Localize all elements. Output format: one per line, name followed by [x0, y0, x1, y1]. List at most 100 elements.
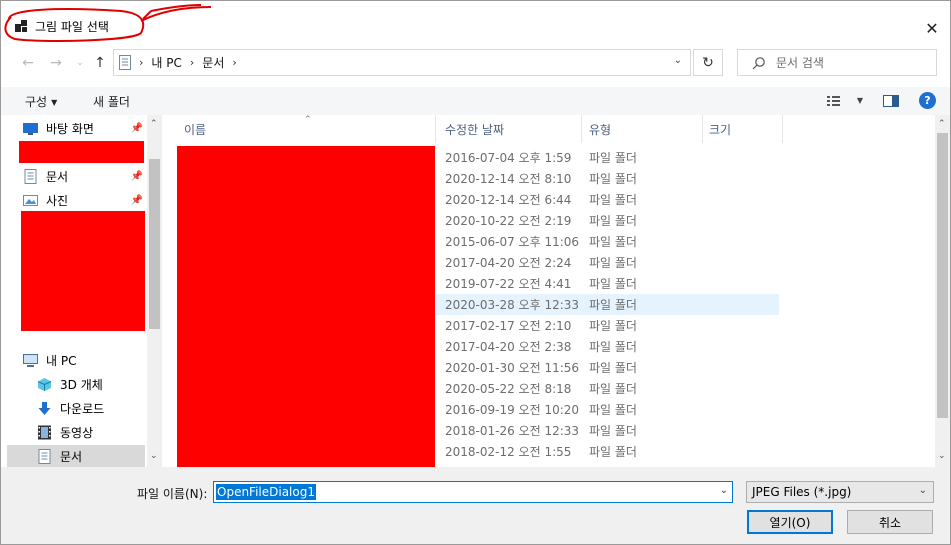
- nav-item-documents-selected[interactable]: 문서: [7, 445, 145, 467]
- cell-type: 파일 폴더: [589, 214, 637, 228]
- table-row[interactable]: 2017-02-17 오전 2:10 파일 폴더: [436, 315, 779, 336]
- nav-item-label: 내 PC: [46, 353, 77, 368]
- dialog-footer: 파일 이름(N): OpenFileDialog1 ⌄ JPEG Files (…: [1, 467, 950, 544]
- close-icon: ✕: [925, 18, 939, 38]
- list-scrollbar-thumb[interactable]: [937, 133, 948, 418]
- filename-input[interactable]: OpenFileDialog1 ⌄: [213, 481, 733, 503]
- column-header-label: 수정한 날짜: [445, 122, 505, 137]
- video-icon: [38, 425, 51, 439]
- nav-scrollbar-thumb[interactable]: [149, 159, 160, 329]
- nav-item-label: 문서: [60, 449, 83, 464]
- cell-type: 파일 폴더: [589, 256, 637, 270]
- nav-scrollbar[interactable]: ⌃ ⌄: [147, 115, 162, 467]
- breadcrumb-separator: ›: [189, 56, 195, 69]
- table-row[interactable]: 2020-03-28 오후 12:33 파일 폴더: [436, 294, 779, 315]
- list-scrollbar[interactable]: ⌃ ⌄: [935, 115, 950, 467]
- breadcrumb-pc[interactable]: 내 PC: [151, 54, 181, 71]
- cell-modified-date: 2016-07-04 오후 1:59: [445, 151, 572, 165]
- details-view-icon: [827, 95, 840, 106]
- pin-icon: 📌: [130, 170, 143, 182]
- nav-item-label: 다운로드: [60, 401, 105, 416]
- table-row[interactable]: 2015-06-07 오후 11:06 파일 폴더: [436, 231, 779, 252]
- nav-item-videos[interactable]: 동영상: [37, 421, 159, 443]
- cell-type: 파일 폴더: [589, 277, 637, 291]
- cell-type: 파일 폴더: [589, 193, 637, 207]
- app-icon: [15, 20, 27, 32]
- cube-icon: [37, 377, 52, 391]
- open-button[interactable]: 열기(O): [747, 510, 833, 534]
- table-row[interactable]: 2018-01-26 오전 12:33 파일 폴더: [436, 420, 779, 441]
- cell-modified-date: 2015-06-07 오후 11:06: [445, 235, 580, 249]
- preview-pane-icon[interactable]: [883, 95, 899, 107]
- pin-icon: 📌: [130, 194, 143, 206]
- window-title: 그림 파일 선택: [35, 20, 109, 34]
- column-header-name[interactable]: 이름 ⌃: [164, 115, 436, 143]
- forward-button[interactable]: →: [47, 53, 65, 73]
- cell-modified-date: 2020-12-14 오전 8:10: [445, 172, 572, 186]
- close-button[interactable]: ✕: [921, 17, 943, 39]
- search-icon: [752, 56, 765, 69]
- table-row[interactable]: 2017-04-20 오전 2:24 파일 폴더: [436, 252, 779, 273]
- cell-modified-date: 2017-02-17 오전 2:10: [445, 319, 572, 333]
- column-header-type[interactable]: 유형: [582, 115, 703, 143]
- cancel-button[interactable]: 취소: [847, 510, 933, 534]
- cell-modified-date: 2017-04-20 오전 2:24: [445, 256, 572, 270]
- back-button[interactable]: ←: [19, 53, 37, 73]
- breadcrumb-documents[interactable]: 문서: [202, 54, 224, 71]
- cell-type: 파일 폴더: [589, 424, 637, 438]
- refresh-button[interactable]: ↻: [693, 49, 723, 76]
- nav-item-this-pc[interactable]: 내 PC: [23, 349, 145, 371]
- table-row[interactable]: 2020-12-14 오전 6:44 파일 폴더: [436, 189, 779, 210]
- table-row[interactable]: 2017-04-20 오전 2:38 파일 폴더: [436, 336, 779, 357]
- picture-icon: [23, 194, 38, 206]
- title-bar: 그림 파일 선택 ✕: [1, 1, 950, 38]
- table-row[interactable]: 2020-12-14 오전 8:10 파일 폴더: [436, 168, 779, 189]
- cell-type: 파일 폴더: [589, 172, 637, 186]
- table-row[interactable]: 2020-05-22 오전 8:18 파일 폴더: [436, 378, 779, 399]
- file-type-value: JPEG Files (*.jpg): [752, 485, 852, 499]
- cell-modified-date: 2020-10-22 오전 2:19: [445, 214, 572, 228]
- address-bar[interactable]: › 내 PC › 문서 › ⌄: [113, 49, 691, 76]
- table-row[interactable]: 2020-10-22 오전 2:19 파일 폴더: [436, 210, 779, 231]
- open-button-label: 열기(O): [769, 515, 811, 530]
- table-row[interactable]: 2020-01-30 오전 11:56 파일 폴더: [436, 357, 779, 378]
- scroll-down-icon[interactable]: ⌄: [938, 451, 946, 461]
- scroll-down-icon[interactable]: ⌄: [150, 451, 158, 461]
- filename-value[interactable]: OpenFileDialog1: [216, 484, 316, 500]
- breadcrumb-separator: ›: [139, 56, 144, 69]
- nav-item-desktop[interactable]: 바탕 화면 📌: [23, 117, 145, 139]
- column-header-label: 크기: [709, 122, 732, 137]
- desktop-icon: [23, 122, 38, 135]
- up-button[interactable]: ↑: [91, 53, 109, 73]
- nav-item-label: 바탕 화면: [46, 121, 94, 136]
- navigation-pane: 바탕 화면 📌 문서 📌 사진 📌 내 PC 3D 개체 다운로드 동영상 문서…: [1, 115, 163, 467]
- nav-item-label: 동영상: [60, 425, 94, 440]
- search-placeholder: 문서 검색: [776, 56, 824, 70]
- nav-item-3d-objects[interactable]: 3D 개체: [37, 373, 159, 395]
- table-row[interactable]: 2016-09-19 오전 10:20 파일 폴더: [436, 399, 779, 420]
- search-input[interactable]: 문서 검색: [737, 49, 937, 76]
- nav-item-pictures[interactable]: 사진 📌: [23, 189, 145, 211]
- column-header-size[interactable]: 크기: [703, 115, 783, 143]
- scroll-up-icon[interactable]: ⌃: [938, 119, 946, 129]
- organize-button[interactable]: 구성 ▼: [25, 93, 57, 110]
- download-icon: [38, 401, 51, 415]
- chevron-down-icon[interactable]: ⌄: [720, 485, 728, 496]
- column-header-date[interactable]: 수정한 날짜: [436, 115, 582, 143]
- new-folder-button[interactable]: 새 폴더: [93, 93, 130, 110]
- table-row[interactable]: 2019-07-22 오전 4:41 파일 폴더: [436, 273, 779, 294]
- chevron-down-icon: ⌄: [76, 58, 84, 68]
- nav-item-downloads[interactable]: 다운로드: [37, 397, 159, 419]
- scroll-up-icon[interactable]: ⌃: [150, 119, 158, 129]
- help-button[interactable]: ?: [919, 92, 936, 109]
- chevron-down-icon[interactable]: ⌄: [674, 55, 682, 66]
- nav-item-documents-quick[interactable]: 문서 📌: [23, 165, 145, 187]
- cell-modified-date: 2020-03-28 오후 12:33: [445, 298, 580, 312]
- table-row[interactable]: 2018-02-12 오전 1:55 파일 폴더: [436, 441, 779, 462]
- table-row[interactable]: 2016-07-04 오후 1:59 파일 폴더: [436, 147, 779, 168]
- change-view-button[interactable]: ▼: [827, 93, 863, 107]
- file-list: 이름 ⌃ 수정한 날짜 유형 크기 2016-07-04 오후 1:59 파일 폴…: [164, 115, 934, 467]
- cancel-button-label: 취소: [878, 515, 902, 530]
- recent-locations-button[interactable]: ⌄: [71, 53, 89, 73]
- file-type-select[interactable]: JPEG Files (*.jpg) ⌄: [746, 481, 934, 503]
